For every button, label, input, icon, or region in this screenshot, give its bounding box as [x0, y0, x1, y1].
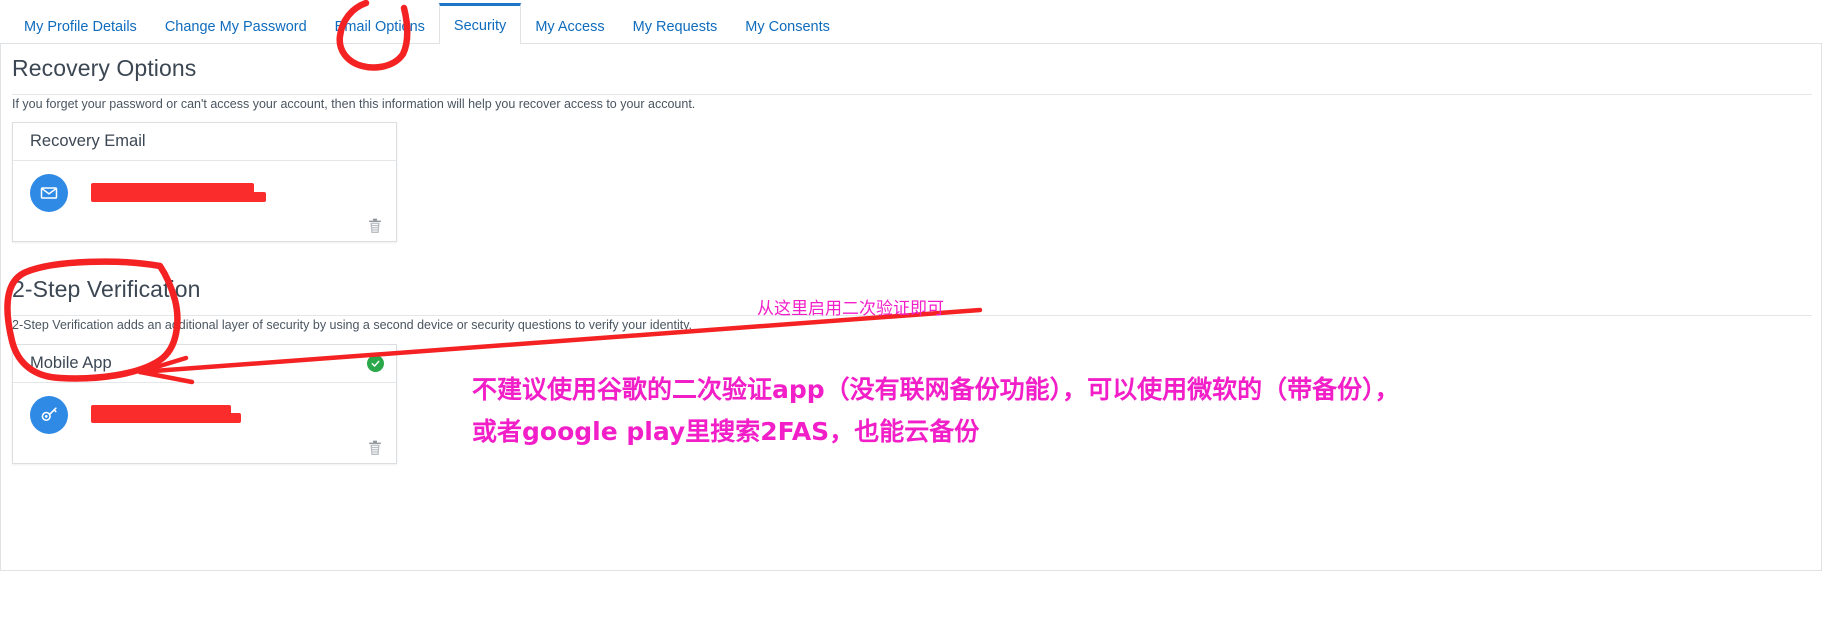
mobile-app-icon [30, 396, 68, 434]
tab-label: My Access [535, 19, 605, 35]
page-bottom-divider [0, 570, 1822, 571]
mobile-app-card-body [13, 383, 396, 463]
recovery-options-description: If you forget your password or can't acc… [12, 97, 696, 111]
tab-change-my-password[interactable]: Change My Password [151, 10, 321, 44]
two-step-verification-description: 2-Step Verification adds an additional l… [12, 318, 692, 332]
recovery-options-title: Recovery Options [12, 55, 197, 81]
tab-label: My Consents [745, 19, 830, 35]
recovery-email-card-body [13, 161, 396, 241]
tab-my-consents[interactable]: My Consents [731, 10, 844, 44]
profile-tab-bar: My Profile Details Change My Password Em… [0, 0, 1822, 44]
tab-label: My Profile Details [24, 19, 137, 35]
trash-icon[interactable] [367, 218, 383, 235]
tab-email-options[interactable]: Email Options [321, 10, 439, 44]
redacted-mobile-app-value-overflow [91, 413, 241, 423]
envelope-icon [30, 174, 68, 212]
tab-security[interactable]: Security [438, 3, 522, 44]
tab-label: Change My Password [164, 19, 307, 35]
recovery-options-divider [12, 94, 1812, 95]
tab-my-requests[interactable]: My Requests [619, 10, 732, 44]
mobile-app-card-header: Mobile App [13, 345, 396, 383]
annotation-note-line1: 不建议使用谷歌的二次验证app（没有联网备份功能），可以使用微软的（带备份）， [472, 375, 1400, 404]
mobile-app-card[interactable]: Mobile App [12, 344, 397, 464]
mobile-app-card-title: Mobile App [30, 354, 112, 372]
tab-label: Email Options [334, 19, 425, 35]
annotation-note-line2: 或者google play里搜索2FAS，也能云备份 [472, 417, 980, 446]
tab-list: My Profile Details Change My Password Em… [0, 0, 1822, 44]
tab-my-profile-details[interactable]: My Profile Details [10, 10, 151, 44]
trash-icon[interactable] [367, 440, 383, 457]
recovery-email-card-header: Recovery Email [13, 123, 396, 161]
tab-label: My Requests [632, 19, 718, 35]
recovery-email-card[interactable]: Recovery Email [12, 122, 397, 242]
redacted-email-value-overflow [91, 192, 266, 202]
recovery-email-card-title: Recovery Email [30, 132, 146, 150]
tab-label: Security [453, 18, 507, 34]
check-circle-icon [367, 355, 384, 372]
tab-my-access[interactable]: My Access [521, 10, 618, 44]
annotation-note-small: 从这里启用二次验证即可 [757, 299, 944, 319]
two-step-verification-title: 2-Step Verification [12, 276, 201, 302]
